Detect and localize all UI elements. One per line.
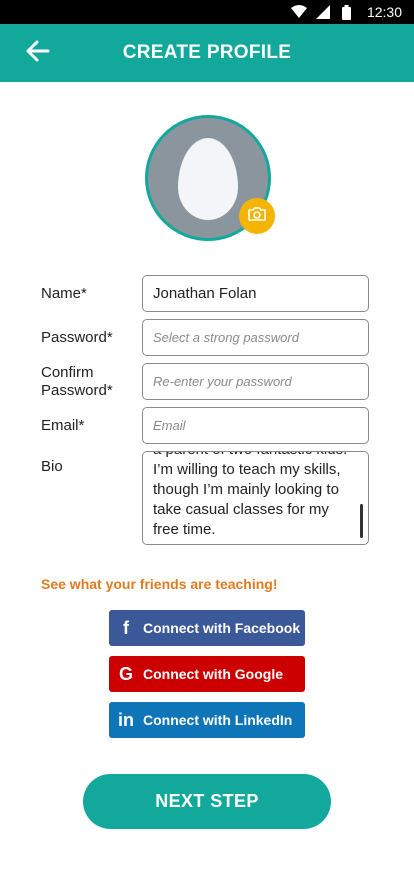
battery-icon bbox=[339, 4, 355, 20]
bio-text: a parent of two fantastic kids. I’m will… bbox=[153, 452, 347, 538]
wifi-icon bbox=[290, 4, 307, 20]
confirm-password-placeholder: Re-enter your password bbox=[153, 374, 292, 389]
change-photo-button[interactable] bbox=[239, 198, 275, 234]
connect-linkedin-button[interactable]: in Connect with LinkedIn bbox=[109, 702, 305, 738]
connect-facebook-label: Connect with Facebook bbox=[143, 620, 301, 636]
google-icon: G bbox=[118, 663, 133, 684]
name-value: Jonathan Folan bbox=[153, 285, 257, 302]
email-placeholder: Email bbox=[153, 418, 186, 433]
confirm-password-field[interactable]: Re-enter your password bbox=[142, 363, 369, 400]
password-label: Password* bbox=[41, 329, 113, 346]
avatar-picker[interactable] bbox=[145, 115, 275, 241]
friends-heading: See what your friends are teaching! bbox=[41, 576, 278, 592]
bio-textarea[interactable]: a parent of two fantastic kids. I’m will… bbox=[142, 451, 369, 545]
confirm-label-line2: Password* bbox=[41, 382, 113, 399]
connect-facebook-button[interactable]: f Connect with Facebook bbox=[109, 610, 305, 646]
name-field[interactable]: Jonathan Folan bbox=[142, 275, 369, 312]
password-field[interactable]: Select a strong password bbox=[142, 319, 369, 356]
email-field[interactable]: Email bbox=[142, 407, 369, 444]
facebook-icon: f bbox=[123, 617, 129, 638]
connect-linkedin-label: Connect with LinkedIn bbox=[143, 712, 293, 728]
confirm-label-line1: Confirm bbox=[41, 364, 94, 381]
app-bar: CREATE PROFILE bbox=[0, 24, 414, 82]
status-time: 12:30 bbox=[366, 4, 402, 20]
connect-google-label: Connect with Google bbox=[143, 666, 283, 682]
bio-scrollbar[interactable] bbox=[360, 504, 363, 538]
page-title: CREATE PROFILE bbox=[122, 42, 292, 63]
egg-placeholder-icon bbox=[178, 138, 238, 220]
next-step-button[interactable]: NEXT STEP bbox=[83, 774, 331, 829]
bio-label: Bio bbox=[41, 458, 63, 475]
connect-google-button[interactable]: G Connect with Google bbox=[109, 656, 305, 692]
arrow-left-icon bbox=[24, 39, 50, 68]
signal-icon bbox=[315, 4, 331, 20]
linkedin-icon: in bbox=[118, 709, 134, 730]
status-bar: 12:30 bbox=[0, 0, 414, 24]
password-placeholder: Select a strong password bbox=[153, 330, 299, 345]
camera-icon bbox=[247, 206, 267, 227]
name-label: Name* bbox=[41, 285, 87, 302]
back-button[interactable] bbox=[22, 39, 52, 67]
confirm-password-label: Confirm Password* bbox=[41, 364, 113, 400]
email-label: Email* bbox=[41, 417, 85, 434]
